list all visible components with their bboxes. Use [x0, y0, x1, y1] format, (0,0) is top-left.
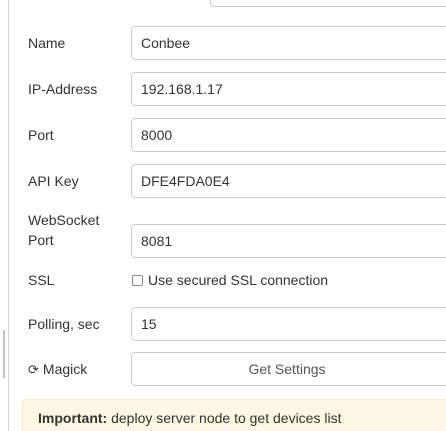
node-config-panel: Name Conbee IP-Address 192.168.1.17 Port…: [0, 0, 446, 431]
magick-label-wrap: ⟳ Magick: [28, 352, 87, 386]
form-row-websocket: WebSocket Port 8081: [0, 210, 446, 258]
api-key-label: API Key: [28, 173, 79, 189]
ssl-checkbox[interactable]: [132, 275, 143, 286]
polling-input[interactable]: 15: [131, 307, 446, 341]
refresh-icon: ⟳: [28, 363, 39, 378]
form-row-ssl: SSL Use secured SSL connection: [0, 263, 446, 297]
websocket-label-line1: WebSocket: [28, 212, 100, 228]
important-alert: Important: deploy server node to get dev…: [22, 399, 446, 431]
ssl-label: SSL: [28, 272, 55, 288]
polling-label: Polling, sec: [28, 316, 100, 332]
ssl-checkbox-wrap[interactable]: Use secured SSL connection: [132, 263, 328, 297]
ip-address-input[interactable]: 192.168.1.17: [131, 72, 446, 106]
form-row-ip: IP-Address 192.168.1.17: [0, 72, 446, 106]
websocket-port-label: WebSocket Port: [28, 210, 118, 254]
form-row-name: Name Conbee: [0, 26, 446, 60]
alert-text: deploy server node to get devices list: [107, 410, 342, 426]
api-key-input[interactable]: DFE4FDA0E4: [131, 164, 446, 198]
form-row-port: Port 8000: [0, 118, 446, 152]
websocket-port-input[interactable]: 8081: [131, 224, 446, 258]
magick-label: Magick: [42, 361, 88, 377]
ip-address-label: IP-Address: [28, 81, 98, 97]
name-input[interactable]: Conbee: [131, 26, 446, 60]
form-row-polling: Polling, sec 15: [0, 307, 446, 341]
get-settings-button[interactable]: Get Settings: [131, 352, 446, 386]
alert-strong: Important:: [38, 410, 108, 426]
ssl-checkbox-label[interactable]: Use secured SSL connection: [148, 272, 328, 288]
form-row-apikey: API Key DFE4FDA0E4: [0, 164, 446, 198]
port-input[interactable]: 8000: [131, 118, 446, 152]
websocket-label-line2: Port: [28, 232, 54, 248]
name-label: Name: [28, 35, 66, 51]
form-row-magick: ⟳ Magick Get Settings: [0, 352, 446, 386]
port-label: Port: [28, 127, 54, 143]
previous-field-box: [210, 0, 446, 7]
